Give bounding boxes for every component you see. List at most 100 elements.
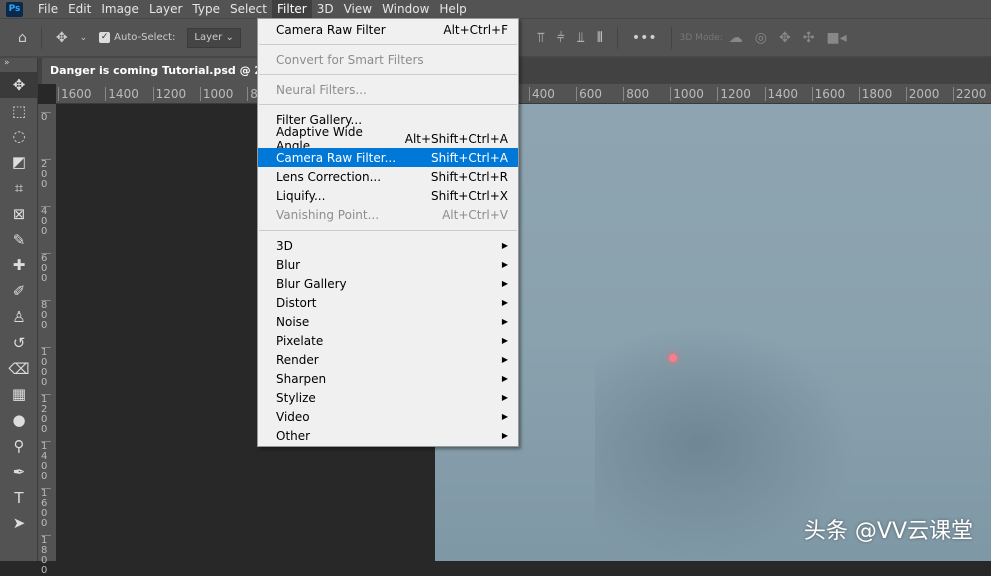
menu-item-sharpen[interactable]: Sharpen ▶ bbox=[258, 369, 518, 388]
align-middle-icon[interactable]: ⫩ bbox=[557, 30, 565, 46]
path-select-icon[interactable]: ➤ bbox=[0, 511, 38, 537]
eraser-tool-icon[interactable]: ⌫ bbox=[0, 356, 38, 382]
camera-3d-icon[interactable]: ■◂ bbox=[826, 30, 846, 46]
menu-select[interactable]: Select bbox=[225, 0, 272, 18]
menu-item-label: Lens Correction... bbox=[276, 169, 382, 184]
menu-item-label: Stylize bbox=[276, 390, 316, 405]
vertical-ruler: 0 200 400 600 800 1000 1200 1400 1600 1800 bbox=[38, 104, 56, 576]
dodge-tool-icon[interactable]: ⚲ bbox=[0, 433, 38, 459]
auto-select-checkbox[interactable]: ✓ Auto-Select: bbox=[99, 32, 175, 43]
layer-select[interactable]: Layer ⌄ bbox=[187, 27, 241, 48]
menu-window[interactable]: Window bbox=[377, 0, 434, 18]
menu-item-3d[interactable]: 3D ▶ bbox=[258, 236, 518, 255]
3d-mode-label: 3D Mode: bbox=[679, 32, 723, 43]
align-top-icon[interactable]: ⫪ bbox=[537, 30, 545, 46]
menu-item-distort[interactable]: Distort ▶ bbox=[258, 293, 518, 312]
move-tool-icon[interactable]: ✥ bbox=[0, 72, 38, 98]
submenu-arrow-icon: ▶ bbox=[501, 355, 508, 364]
tools-panel: » ✥ ⬚ ◌ ◩ ⌗ ⊠ ✎ ✚ ✐ ♙ ↺ ⌫ ▦ ● ⚲ ✒ T ➤ bbox=[0, 58, 38, 561]
menu-item-stylize[interactable]: Stylize ▶ bbox=[258, 388, 518, 407]
lasso-tool-icon[interactable]: ◌ bbox=[0, 124, 38, 150]
marquee-tool-icon[interactable]: ⬚ bbox=[0, 98, 38, 124]
home-icon[interactable]: ⌂ bbox=[18, 30, 27, 46]
ruler-tick-label: 1600 bbox=[41, 488, 51, 529]
brush-tool-icon[interactable]: ✐ bbox=[0, 278, 38, 304]
clone-stamp-icon[interactable]: ♙ bbox=[0, 304, 38, 330]
menu-separator bbox=[259, 104, 517, 105]
menu-image[interactable]: Image bbox=[96, 0, 144, 18]
history-brush-icon[interactable]: ↺ bbox=[0, 330, 38, 356]
menu-item-pixelate[interactable]: Pixelate ▶ bbox=[258, 331, 518, 350]
menu-type[interactable]: Type bbox=[187, 0, 225, 18]
submenu-arrow-icon: ▶ bbox=[501, 317, 508, 326]
horizontal-ruler: 1600 1400 1200 1000 8 400 600 800 1000 1200 1400 16… bbox=[56, 84, 991, 104]
menu-item-label: Noise bbox=[276, 314, 310, 329]
menu-item-liquify[interactable]: Liquify... Shift+Ctrl+X bbox=[258, 186, 518, 205]
orbit-3d-icon[interactable]: ☁ bbox=[729, 30, 743, 46]
menu-item-camera-raw-filter[interactable]: Camera Raw Filter... Shift+Ctrl+A bbox=[258, 148, 518, 167]
crop-tool-icon[interactable]: ⌗ bbox=[0, 175, 38, 201]
eyedropper-tool-icon[interactable]: ✎ bbox=[0, 227, 38, 253]
align-bottom-icon[interactable]: ⫫ bbox=[577, 30, 585, 46]
menu-item-label: Camera Raw Filter bbox=[276, 22, 386, 37]
menu-item-other[interactable]: Other ▶ bbox=[258, 426, 518, 445]
chevron-down-icon[interactable]: ⌄ bbox=[80, 33, 88, 43]
submenu-arrow-icon: ▶ bbox=[501, 412, 508, 421]
gradient-tool-icon[interactable]: ▦ bbox=[0, 382, 38, 408]
ruler-tick-label: 200 bbox=[41, 159, 51, 190]
ruler-tick-label: 1600 bbox=[58, 87, 92, 101]
menu-item-label: Blur Gallery bbox=[276, 276, 347, 291]
menu-layer[interactable]: Layer bbox=[144, 0, 187, 18]
menu-item-adaptive-wide-angle[interactable]: Adaptive Wide Angle... Alt+Shift+Ctrl+A bbox=[258, 125, 518, 153]
blur-tool-icon[interactable]: ● bbox=[0, 407, 38, 433]
menu-item-blur-gallery[interactable]: Blur Gallery ▶ bbox=[258, 274, 518, 293]
ruler-tick-label: 800 bbox=[623, 87, 649, 101]
menu-separator bbox=[259, 74, 517, 75]
menu-filter[interactable]: Filter bbox=[272, 0, 312, 18]
collapse-icon[interactable]: » bbox=[0, 58, 37, 72]
roll-3d-icon[interactable]: ◎ bbox=[755, 30, 767, 46]
frame-tool-icon[interactable]: ⊠ bbox=[0, 201, 38, 227]
menu-item-camera-raw-filter-last[interactable]: Camera Raw Filter Alt+Ctrl+F bbox=[258, 20, 518, 39]
object-select-tool-icon[interactable]: ◩ bbox=[0, 149, 38, 175]
glowing-eye bbox=[669, 354, 677, 362]
more-options-icon[interactable]: ••• bbox=[632, 30, 657, 46]
menu-view[interactable]: View bbox=[339, 0, 377, 18]
healing-brush-icon[interactable]: ✚ bbox=[0, 253, 38, 279]
menu-item-video[interactable]: Video ▶ bbox=[258, 407, 518, 426]
ruler-tick-label: 1800 bbox=[41, 535, 51, 576]
menu-item-noise[interactable]: Noise ▶ bbox=[258, 312, 518, 331]
divider bbox=[40, 26, 42, 49]
menu-item-label: Video bbox=[276, 409, 310, 424]
submenu-arrow-icon: ▶ bbox=[501, 260, 508, 269]
menu-edit[interactable]: Edit bbox=[63, 0, 96, 18]
distribute-icon[interactable]: ⦀ bbox=[597, 30, 603, 46]
ruler-tick-label: 1000 bbox=[41, 347, 51, 388]
submenu-arrow-icon: ▶ bbox=[501, 279, 508, 288]
menu-help[interactable]: Help bbox=[434, 0, 471, 18]
submenu-arrow-icon: ▶ bbox=[501, 431, 508, 440]
menu-item-neural-filters: Neural Filters... bbox=[258, 80, 518, 99]
menu-3d[interactable]: 3D bbox=[312, 0, 339, 18]
menu-item-label: 3D bbox=[276, 238, 293, 253]
slide-3d-icon[interactable]: ✣ bbox=[803, 30, 815, 46]
ruler-tick-label: 1600 bbox=[811, 87, 845, 101]
drag-3d-icon[interactable]: ✥ bbox=[779, 30, 791, 46]
ruler-tick-label: 2000 bbox=[905, 87, 939, 101]
filter-menu-dropdown: Camera Raw Filter Alt+Ctrl+F Convert for S… bbox=[257, 18, 519, 447]
menu-item-label: Blur bbox=[276, 257, 301, 272]
ruler-tick-label: 1200 bbox=[717, 87, 751, 101]
type-tool-icon[interactable]: T bbox=[0, 485, 38, 511]
auto-select-label: Auto-Select: bbox=[114, 32, 176, 43]
submenu-arrow-icon: ▶ bbox=[501, 336, 508, 345]
menu-item-lens-correction[interactable]: Lens Correction... Shift+Ctrl+R bbox=[258, 167, 518, 186]
menu-file[interactable]: File bbox=[33, 0, 63, 18]
pen-tool-icon[interactable]: ✒ bbox=[0, 459, 38, 485]
checkbox-icon[interactable]: ✓ bbox=[99, 32, 111, 43]
menu-item-label: Neural Filters... bbox=[276, 82, 367, 97]
layer-select-value: Layer bbox=[194, 31, 223, 43]
menu-item-blur[interactable]: Blur ▶ bbox=[258, 255, 518, 274]
move-tool-icon[interactable]: ✥ bbox=[56, 30, 68, 46]
menu-item-render[interactable]: Render ▶ bbox=[258, 350, 518, 369]
menu-item-label: Liquify... bbox=[276, 188, 326, 203]
